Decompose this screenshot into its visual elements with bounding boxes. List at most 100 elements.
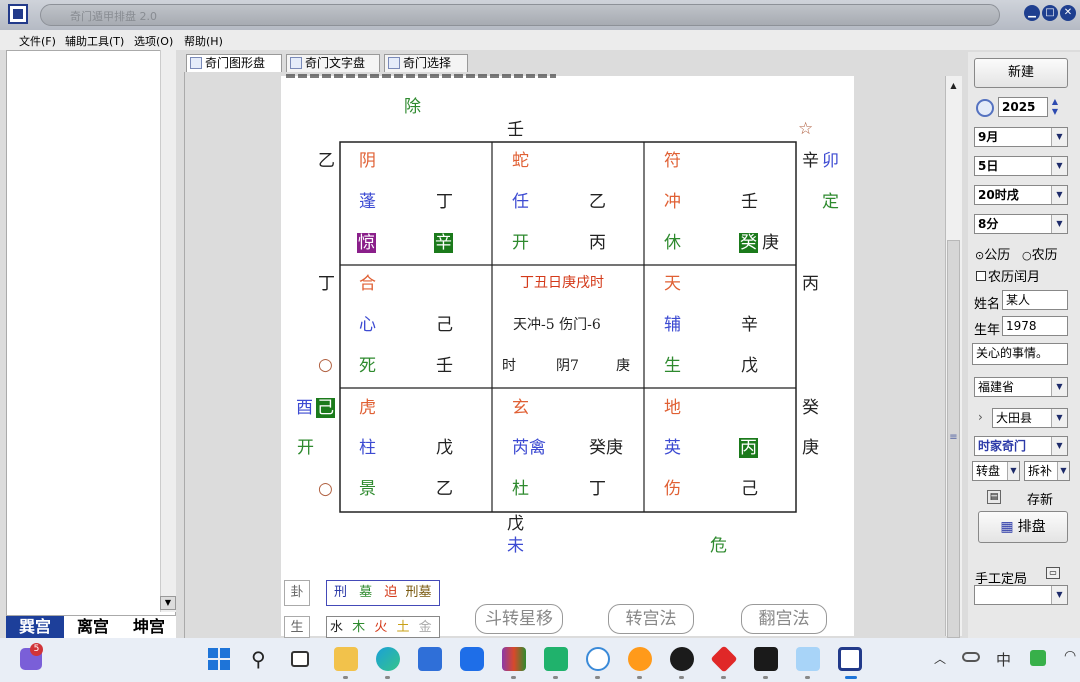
county-value: 大田县: [996, 411, 1033, 425]
running-indicator: [679, 676, 684, 679]
legend-box-1: 刑 墓 迫 刑墓: [326, 580, 440, 606]
outer-ding-right: 定: [822, 192, 839, 212]
new-button[interactable]: 新建: [974, 58, 1068, 88]
dou-zhuan-xing-yi-button[interactable]: 斗转星移: [475, 604, 563, 634]
cell-zhen-door: 死: [359, 356, 376, 376]
cell-gen-god: 虎: [359, 398, 376, 418]
split-value: 拆补: [1028, 464, 1053, 478]
cell-kun-stem2a: 癸: [739, 233, 758, 253]
legend-box-2: 水 木 火 土 金: [326, 616, 440, 638]
chevron-up-icon[interactable]: ︿: [934, 650, 946, 667]
province-select[interactable]: 福建省 ▼: [974, 377, 1068, 397]
cell-li-stem2: 丙: [589, 233, 606, 253]
winrar-icon[interactable]: [502, 647, 526, 671]
cell-dui-god: 天: [664, 274, 681, 294]
chevron-down-icon[interactable]: ▼: [1051, 409, 1067, 427]
file-explorer-icon[interactable]: [334, 647, 358, 671]
paipan-label: 排盘: [1017, 519, 1046, 535]
county-select[interactable]: 大田县 ▼: [992, 408, 1068, 428]
sheng-toggle[interactable]: 生: [284, 616, 310, 638]
chevron-down-icon[interactable]: ▼: [1057, 462, 1069, 480]
green-app-icon[interactable]: [1030, 650, 1046, 666]
gongli-radio[interactable]: ⊙公历: [975, 244, 1010, 263]
month-select[interactable]: 9月 ▼: [974, 127, 1068, 147]
outer-wu-bottom: 戊: [507, 514, 524, 534]
checkbox-icon[interactable]: [976, 271, 986, 281]
split-select[interactable]: 拆补 ▼: [1024, 461, 1070, 481]
outer-ren-top: 壬: [507, 120, 524, 140]
chevron-down-icon[interactable]: ▼: [1051, 186, 1067, 204]
chevron-right-icon[interactable]: ›: [978, 410, 983, 424]
running-indicator: [343, 676, 348, 679]
legend-mu: 墓: [359, 585, 373, 600]
chevron-down-icon[interactable]: ▼: [1051, 586, 1067, 604]
chevron-down-icon[interactable]: ▼: [1051, 128, 1067, 146]
day-select[interactable]: 5日 ▼: [974, 156, 1068, 176]
search-app-icon[interactable]: [628, 647, 652, 671]
legend-wood: 木: [352, 620, 366, 635]
minute-select[interactable]: 8分 ▼: [974, 214, 1068, 234]
app-blue-icon[interactable]: [460, 647, 484, 671]
qimen-app-icon[interactable]: [838, 647, 862, 671]
chevron-down-icon[interactable]: ▼: [1051, 437, 1067, 455]
legend-xingmu: 刑墓: [405, 585, 432, 600]
game-icon[interactable]: [754, 647, 778, 671]
concern-input[interactable]: 关心的事情。: [972, 343, 1068, 365]
windows-start-icon[interactable]: [208, 648, 230, 670]
wifi-icon[interactable]: ◠: [1064, 648, 1076, 664]
cell-li-star: 任: [512, 192, 529, 212]
notification-badge: 5: [30, 643, 43, 656]
gua-toggle[interactable]: 卦: [284, 580, 310, 606]
cell-kan-star: 芮禽: [512, 438, 546, 458]
legend-metal: 金: [418, 620, 432, 635]
qq-icon[interactable]: [670, 647, 694, 671]
paipan-button[interactable]: ▦ 排盘: [978, 511, 1068, 543]
cell-zhen-god: 合: [359, 274, 376, 294]
store-icon[interactable]: [418, 647, 442, 671]
edge-icon[interactable]: [376, 647, 400, 671]
search-icon[interactable]: ⚲: [251, 647, 266, 671]
save-icon[interactable]: ▤: [987, 490, 1001, 504]
year-spinner[interactable]: ▲ ▼: [1049, 97, 1061, 117]
running-indicator: [763, 676, 768, 679]
outer-kai-left: 开: [297, 438, 314, 458]
radio-checked-icon[interactable]: ⊙: [975, 249, 984, 262]
month-value: 9月: [978, 130, 999, 144]
save-new-button[interactable]: 存新: [1027, 489, 1053, 508]
task-view-icon[interactable]: [291, 651, 309, 667]
hour-select[interactable]: 20时戌 ▼: [974, 185, 1068, 205]
manual-settings-icon[interactable]: ▭: [1046, 567, 1060, 579]
manual-select[interactable]: ▼: [974, 585, 1068, 605]
nine-palace-grid: [339, 141, 797, 513]
method-select[interactable]: 时家奇门 ▼: [974, 436, 1068, 456]
cloud-icon[interactable]: [962, 652, 980, 662]
chat-icon[interactable]: [544, 647, 568, 671]
leap-label: 农历闰月: [988, 270, 1041, 285]
fan-gong-fa-button[interactable]: 翻宫法: [741, 604, 827, 634]
outer-ji-highlight: 己: [316, 398, 335, 418]
year-input[interactable]: 2025: [998, 97, 1048, 117]
chevron-down-icon[interactable]: ▼: [1051, 215, 1067, 233]
leap-month-checkbox[interactable]: 农历闰月: [976, 266, 1040, 285]
center-c1: 时: [502, 358, 516, 374]
chevron-down-icon[interactable]: ▼: [1051, 157, 1067, 175]
birth-year-input[interactable]: 1978: [1002, 316, 1068, 336]
ime-indicator[interactable]: 中: [996, 649, 1011, 670]
star-icon: ☆: [798, 119, 814, 139]
zhuan-gong-fa-button[interactable]: 转宫法: [608, 604, 694, 634]
pan-select[interactable]: 转盘 ▼: [972, 461, 1020, 481]
chevron-down-icon[interactable]: ▼: [1007, 462, 1019, 480]
gongli-label: 公历: [984, 248, 1011, 263]
cell-zhen-stem1: 己: [436, 315, 453, 335]
cell-gen-stem1: 戊: [436, 438, 453, 458]
cell-zhen-star: 心: [359, 315, 376, 335]
legend-xing: 刑: [334, 585, 348, 600]
cell-dui-door: 生: [664, 356, 681, 376]
radio-unchecked-icon[interactable]: ○: [1022, 249, 1032, 262]
cell-kan-god: 玄: [512, 398, 529, 418]
network-app-icon[interactable]: [586, 647, 610, 671]
notepad-icon[interactable]: [796, 647, 820, 671]
chevron-down-icon[interactable]: ▼: [1051, 378, 1067, 396]
nongli-radio[interactable]: ○农历: [1022, 244, 1058, 263]
name-input[interactable]: 某人: [1002, 290, 1068, 310]
